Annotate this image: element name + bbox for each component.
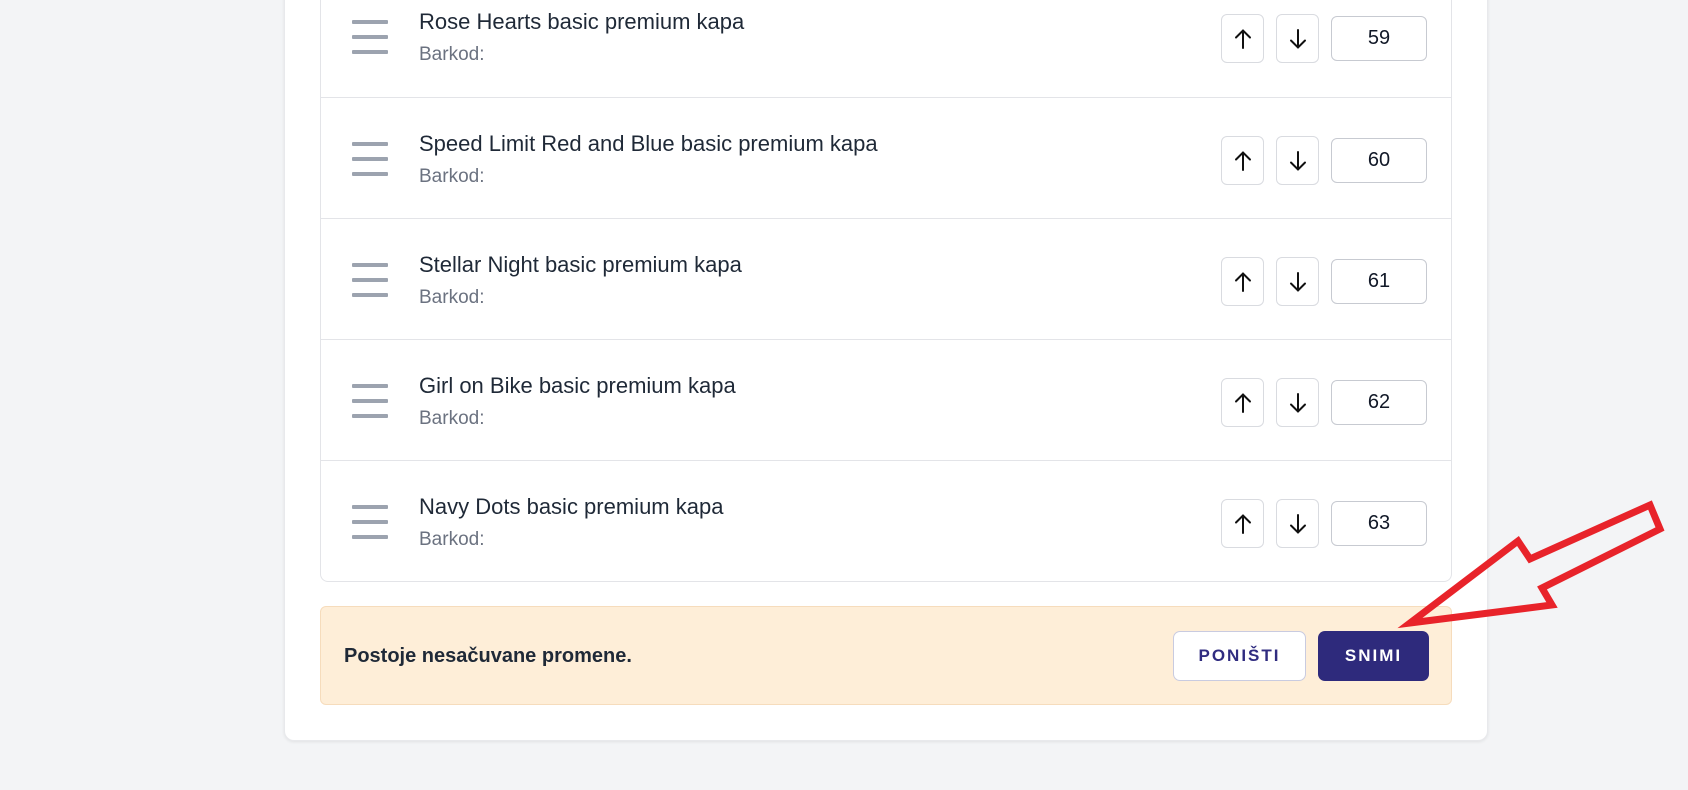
move-up-button[interactable]: [1221, 257, 1264, 306]
position-input[interactable]: [1331, 138, 1427, 183]
drag-handle-icon[interactable]: [352, 20, 388, 54]
list-item[interactable]: Speed Limit Red and Blue basic premium k…: [321, 97, 1451, 218]
position-input[interactable]: [1331, 501, 1427, 546]
drag-handle-icon[interactable]: [352, 384, 388, 418]
move-down-button[interactable]: [1276, 136, 1319, 185]
product-name: Navy Dots basic premium kapa: [419, 494, 724, 519]
arrow-up-icon: [1234, 28, 1251, 49]
arrow-up-icon: [1234, 271, 1251, 292]
unsaved-changes-message: Postoje nesačuvane promene.: [344, 645, 632, 667]
move-down-button[interactable]: [1276, 257, 1319, 306]
move-down-button[interactable]: [1276, 499, 1319, 548]
move-up-button[interactable]: [1221, 136, 1264, 185]
arrow-down-icon: [1289, 150, 1306, 171]
arrow-up-icon: [1234, 513, 1251, 534]
move-down-button[interactable]: [1276, 14, 1319, 63]
position-input[interactable]: [1331, 259, 1427, 304]
move-up-button[interactable]: [1221, 499, 1264, 548]
product-list: Rose Hearts basic premium kapa Barkod: S…: [320, 0, 1452, 582]
drag-handle-icon[interactable]: [352, 142, 388, 176]
barcode-label: Barkod:: [419, 287, 485, 308]
barcode-label: Barkod:: [419, 44, 485, 65]
move-up-button[interactable]: [1221, 14, 1264, 63]
arrow-down-icon: [1289, 513, 1306, 534]
position-input[interactable]: [1331, 16, 1427, 61]
product-name: Stellar Night basic premium kapa: [419, 252, 742, 277]
barcode-label: Barkod:: [419, 408, 485, 429]
arrow-up-icon: [1234, 150, 1251, 171]
list-item[interactable]: Stellar Night basic premium kapa Barkod:: [321, 218, 1451, 339]
list-item[interactable]: Rose Hearts basic premium kapa Barkod:: [321, 0, 1451, 97]
barcode-label: Barkod:: [419, 529, 485, 550]
product-name: Rose Hearts basic premium kapa: [419, 9, 745, 34]
arrow-up-icon: [1234, 392, 1251, 413]
unsaved-changes-bar: Postoje nesačuvane promene. PONIŠTI SNIM…: [320, 606, 1452, 705]
product-name: Speed Limit Red and Blue basic premium k…: [419, 131, 878, 156]
drag-handle-icon[interactable]: [352, 263, 388, 297]
product-name: Girl on Bike basic premium kapa: [419, 373, 736, 398]
arrow-down-icon: [1289, 392, 1306, 413]
barcode-label: Barkod:: [419, 166, 485, 187]
list-item[interactable]: Navy Dots basic premium kapa Barkod:: [321, 460, 1451, 581]
arrow-down-icon: [1289, 271, 1306, 292]
move-up-button[interactable]: [1221, 378, 1264, 427]
arrow-down-icon: [1289, 28, 1306, 49]
drag-handle-icon[interactable]: [352, 505, 388, 539]
cancel-button[interactable]: PONIŠTI: [1173, 631, 1306, 681]
list-item[interactable]: Girl on Bike basic premium kapa Barkod:: [321, 339, 1451, 460]
save-button[interactable]: SNIMI: [1318, 631, 1429, 681]
position-input[interactable]: [1331, 380, 1427, 425]
move-down-button[interactable]: [1276, 378, 1319, 427]
